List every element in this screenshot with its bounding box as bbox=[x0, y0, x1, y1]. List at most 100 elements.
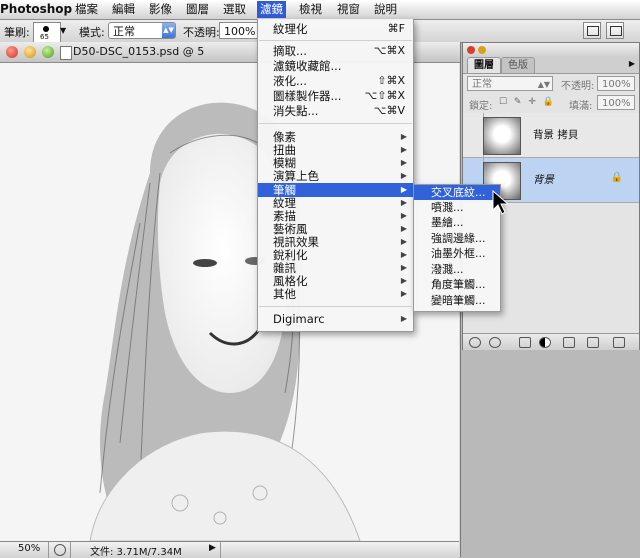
file-size-info: 文件: 3.71M/7.34M bbox=[90, 547, 182, 558]
menu-help[interactable]: 說明 bbox=[374, 2, 397, 17]
menu-item-blur[interactable]: 模糊 ▶ bbox=[258, 156, 413, 170]
submenu-arrow-icon: ▶ bbox=[400, 276, 407, 285]
submenu-arrow-icon: ▶ bbox=[400, 314, 407, 323]
mode-select[interactable]: 正常 ▲▼ bbox=[108, 22, 176, 39]
menu-item-texturizer[interactable]: 紋理化 ⌘F bbox=[258, 22, 413, 36]
fill-field[interactable]: 100% bbox=[597, 95, 635, 110]
layer-row[interactable]: 背景 拷貝 bbox=[463, 113, 639, 158]
document-title: D50-DSC_0153.psd @ 5 bbox=[73, 45, 205, 58]
app-menu[interactable]: Photoshop bbox=[0, 2, 72, 17]
menu-item-texture[interactable]: 紋理 ▶ bbox=[258, 196, 413, 210]
submenu-arrow-icon: ▶ bbox=[400, 211, 407, 220]
add-mask-icon[interactable] bbox=[519, 337, 531, 348]
link-layers-icon[interactable] bbox=[469, 337, 481, 348]
submenu-item-sprayed-strokes[interactable]: 潑濺... bbox=[414, 262, 500, 277]
new-layer-icon[interactable] bbox=[587, 337, 599, 348]
menu-item-sharpen[interactable]: 銳利化 ▶ bbox=[258, 248, 413, 262]
panel-close-icon[interactable] bbox=[467, 46, 475, 54]
status-menu-arrow-icon[interactable]: ▶ bbox=[209, 543, 216, 553]
submenu-arrow-icon: ▶ bbox=[400, 224, 407, 233]
tab-channels[interactable]: 色版 bbox=[501, 57, 535, 73]
palette-well-button[interactable] bbox=[606, 22, 624, 39]
zoom-icon[interactable] bbox=[42, 46, 54, 58]
layer-name: 背景 拷貝 bbox=[533, 129, 579, 141]
menu-item-video[interactable]: 視訊效果 ▶ bbox=[258, 235, 413, 249]
menu-filter[interactable]: 濾鏡 bbox=[257, 1, 286, 18]
layer-opacity-label: 不透明: bbox=[561, 81, 595, 92]
filter-menu: 紋理化 ⌘F 摘取... ⌥⌘X 濾鏡收藏館... 液化... ⇧⌘X 圖樣製作器..… bbox=[257, 19, 414, 332]
layer-thumbnail bbox=[483, 117, 521, 155]
menu-item-digimarc[interactable]: Digimarc ▶ bbox=[258, 312, 413, 326]
menu-item-liquify[interactable]: 液化... ⇧⌘X bbox=[258, 74, 413, 88]
menu-item-distort[interactable]: 扭曲 ▶ bbox=[258, 143, 413, 157]
trash-icon[interactable] bbox=[613, 337, 625, 348]
menu-item-other[interactable]: 其他 ▶ bbox=[258, 287, 413, 301]
menu-item-brush-strokes[interactable]: 筆觸 ▶ bbox=[258, 183, 413, 197]
menu-window[interactable]: 視窗 bbox=[337, 2, 360, 17]
panel-minimize-icon[interactable] bbox=[478, 46, 486, 54]
brush-dropdown-icon[interactable]: ▼ bbox=[60, 26, 66, 35]
submenu-item-dark-strokes[interactable]: 變暗筆觸... bbox=[414, 293, 500, 308]
submenu-arrow-icon: ▶ bbox=[400, 132, 407, 141]
mode-label: 模式: bbox=[79, 26, 105, 39]
submenu-arrow-icon: ▶ bbox=[400, 237, 407, 246]
submenu-item-spatter[interactable]: 噴濺... bbox=[414, 200, 500, 215]
menu-item-noise[interactable]: 雜訊 ▶ bbox=[258, 261, 413, 275]
fill-value: 100% bbox=[602, 98, 631, 109]
brush-label: 筆刷: bbox=[4, 26, 30, 39]
palette-well-icon bbox=[610, 26, 622, 36]
submenu-item-sumi-e[interactable]: 墨繪... bbox=[414, 215, 500, 230]
menu-item-vanishing-point[interactable]: 消失點... ⌥⌘V bbox=[258, 104, 413, 118]
submenu-item-angled-strokes[interactable]: 角度筆觸... bbox=[414, 277, 500, 292]
lock-icon: 🔒 bbox=[610, 172, 623, 183]
new-group-icon[interactable] bbox=[563, 337, 575, 348]
menu-item-sketch[interactable]: 素描 ▶ bbox=[258, 209, 413, 223]
menu-item-extract[interactable]: 摘取... ⌥⌘X bbox=[258, 44, 413, 58]
menu-bar: Photoshop 檔案 編輯 影像 圖層 選取 濾鏡 檢視 視窗 說明 bbox=[0, 0, 640, 20]
lock-label: 鎖定: bbox=[469, 101, 493, 112]
brush-strokes-submenu: 交叉底紋... 噴濺... 墨繪... 強調邊緣... 油墨外框... 潑濺..… bbox=[413, 184, 501, 312]
menu-item-filter-gallery[interactable]: 濾鏡收藏館... bbox=[258, 59, 413, 73]
menu-edit[interactable]: 編輯 bbox=[112, 2, 135, 17]
submenu-arrow-icon: ▶ bbox=[400, 185, 407, 194]
panel-titlebar[interactable] bbox=[463, 43, 639, 58]
layer-opacity-field[interactable]: 100% bbox=[597, 76, 635, 91]
submenu-arrow-icon: ▶ bbox=[400, 171, 407, 180]
zoom-level[interactable]: 50% bbox=[18, 543, 40, 554]
menu-select[interactable]: 選取 bbox=[223, 2, 246, 17]
layer-style-icon[interactable] bbox=[489, 337, 501, 348]
menu-layer[interactable]: 圖層 bbox=[186, 2, 209, 17]
lock-options-icon[interactable]: ☐ ✎ ✛ 🔒 bbox=[499, 97, 556, 107]
menu-item-render[interactable]: 演算上色 ▶ bbox=[258, 169, 413, 183]
status-info-icon[interactable] bbox=[54, 544, 66, 556]
menu-item-pixelate[interactable]: 像素 ▶ bbox=[258, 130, 413, 144]
blend-mode-select[interactable]: 正常 ▲▼ bbox=[467, 76, 553, 91]
menu-view[interactable]: 檢視 bbox=[299, 2, 322, 17]
layer-opacity-value: 100% bbox=[602, 79, 631, 90]
submenu-item-accented-edges[interactable]: 強調邊緣... bbox=[414, 231, 500, 246]
menu-item-stylize[interactable]: 風格化 ▶ bbox=[258, 274, 413, 288]
submenu-arrow-icon: ▶ bbox=[400, 263, 407, 272]
status-bar: 50% 文件: 3.71M/7.34M ▶ bbox=[0, 541, 459, 558]
submenu-arrow-icon: ▶ bbox=[400, 198, 407, 207]
layer-name: 背景 bbox=[533, 174, 554, 186]
file-browser-button[interactable] bbox=[583, 22, 601, 39]
submenu-arrow-icon: ▶ bbox=[400, 289, 407, 298]
panel-menu-icon[interactable]: ▶ bbox=[629, 59, 635, 68]
menu-separator bbox=[259, 306, 412, 307]
minimize-icon[interactable] bbox=[24, 46, 36, 58]
visibility-toggle[interactable] bbox=[463, 113, 484, 157]
close-icon[interactable] bbox=[6, 46, 18, 58]
opacity-field[interactable]: 100% bbox=[219, 22, 259, 39]
tab-layers[interactable]: 圖層 bbox=[467, 57, 501, 73]
menu-file[interactable]: 檔案 bbox=[75, 2, 98, 17]
layers-footer bbox=[463, 333, 639, 350]
menu-item-artistic[interactable]: 藝術風 ▶ bbox=[258, 222, 413, 236]
submenu-item-crosshatch[interactable]: 交叉底紋... bbox=[414, 185, 500, 200]
mode-value: 正常 bbox=[113, 25, 135, 38]
menu-image[interactable]: 影像 bbox=[149, 2, 172, 17]
menu-item-pattern-maker[interactable]: 圖樣製作器... ⌥⇧⌘X bbox=[258, 89, 413, 103]
brush-picker[interactable]: 65 bbox=[33, 22, 61, 43]
submenu-item-ink-outlines[interactable]: 油墨外框... bbox=[414, 246, 500, 261]
adjustment-layer-icon[interactable] bbox=[539, 337, 551, 348]
